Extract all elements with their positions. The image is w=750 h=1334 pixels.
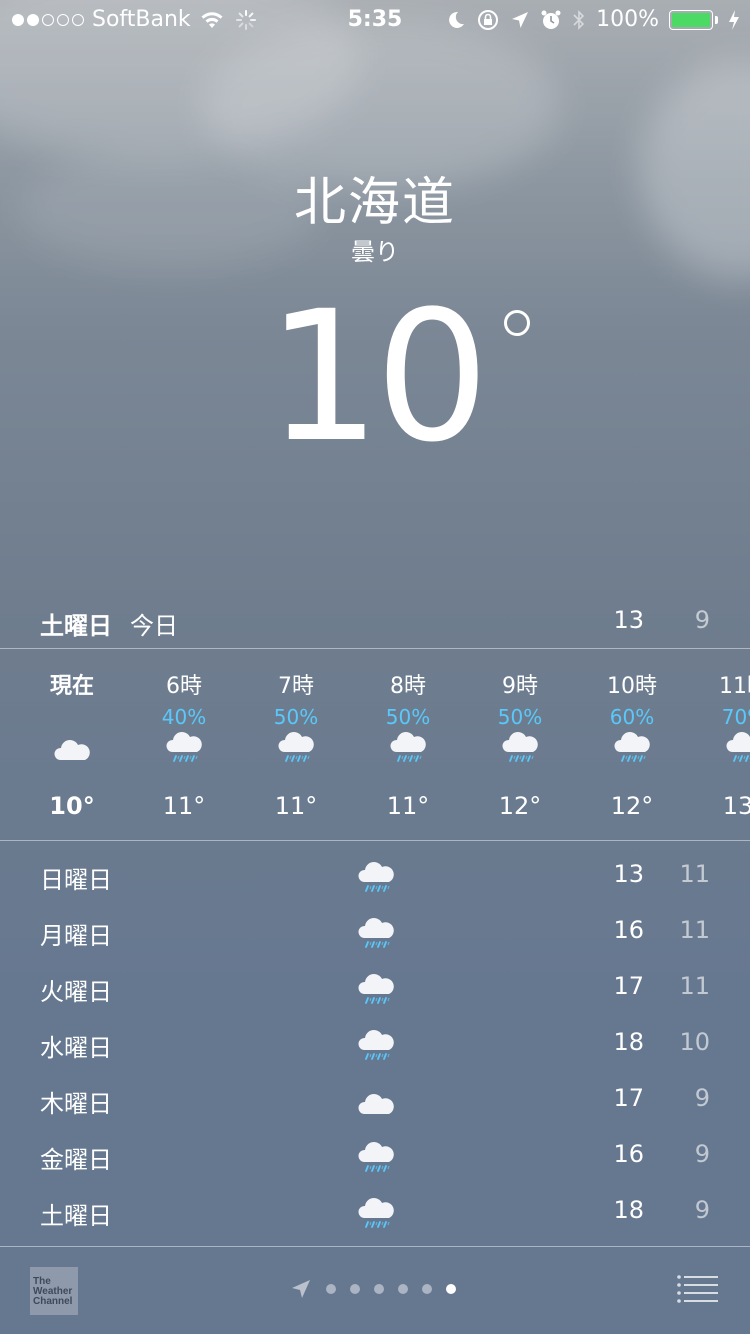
hourly-forecast[interactable]: 現在 10° 6時 40% 11° 7時 50% 11° 8時 50% 11° 9時 50% 12° 10時… bbox=[0, 650, 750, 840]
daily-low: 11 bbox=[679, 972, 710, 1000]
page-dot[interactable] bbox=[350, 1284, 360, 1294]
daily-row: 月曜日 16 11 bbox=[0, 904, 750, 960]
battery-percent: 100% bbox=[596, 7, 659, 32]
today-low: 9 bbox=[694, 606, 710, 634]
list-icon[interactable] bbox=[676, 1274, 718, 1304]
daily-day: 金曜日 bbox=[40, 1146, 112, 1174]
daily-day: 日曜日 bbox=[40, 866, 112, 894]
daily-high: 16 bbox=[613, 1140, 644, 1168]
cloud-icon bbox=[358, 1094, 394, 1114]
divider-top bbox=[0, 648, 750, 649]
hourly-time: 6時 bbox=[166, 674, 202, 699]
today-label: 今日 bbox=[130, 612, 178, 640]
daily-day: 火曜日 bbox=[40, 978, 112, 1006]
rain-cloud-icon bbox=[502, 732, 538, 762]
daily-high: 18 bbox=[613, 1196, 644, 1224]
hourly-temp: 12° bbox=[610, 792, 654, 820]
hourly-temp: 10° bbox=[49, 792, 95, 820]
daily-low: 9 bbox=[694, 1084, 710, 1112]
today-day: 土曜日 bbox=[40, 612, 112, 640]
charging-bolt-icon bbox=[729, 10, 739, 30]
daily-row: 水曜日 18 10 bbox=[0, 1016, 750, 1072]
current-condition: 曇り bbox=[351, 238, 399, 266]
rain-cloud-icon bbox=[278, 732, 314, 762]
status-bar: SoftBank 5:35 100% bbox=[0, 0, 750, 40]
daily-low: 10 bbox=[679, 1028, 710, 1056]
hourly-time: 9時 bbox=[502, 674, 538, 699]
hourly-time: 10時 bbox=[607, 674, 657, 699]
daily-row: 日曜日 13 11 bbox=[0, 848, 750, 904]
daily-row: 金曜日 16 9 bbox=[0, 1128, 750, 1184]
rain-cloud-icon bbox=[358, 1030, 394, 1060]
hourly-time: 現在 bbox=[49, 674, 94, 699]
hourly-temp: 11° bbox=[162, 792, 206, 820]
rain-cloud-icon bbox=[726, 732, 750, 762]
divider-bottom bbox=[0, 1246, 750, 1247]
degree-symbol bbox=[503, 310, 530, 336]
page-dot[interactable] bbox=[422, 1284, 432, 1294]
footer-toolbar: The Weather Channel bbox=[0, 1248, 750, 1334]
page-dot[interactable] bbox=[326, 1284, 336, 1294]
daily-row: 土曜日 18 9 bbox=[0, 1184, 750, 1240]
rain-cloud-icon bbox=[358, 918, 394, 948]
daily-row: 火曜日 17 11 bbox=[0, 960, 750, 1016]
rain-cloud-icon bbox=[358, 1198, 394, 1228]
page-dot[interactable] bbox=[398, 1284, 408, 1294]
rotation-lock-icon bbox=[478, 10, 499, 30]
daily-high: 17 bbox=[613, 1084, 644, 1112]
cloud-icon bbox=[54, 740, 90, 760]
hourly-temp: 11° bbox=[386, 792, 430, 820]
hourly-temp: 12° bbox=[498, 792, 542, 820]
rain-cloud-icon bbox=[614, 732, 650, 762]
rain-cloud-icon bbox=[358, 1142, 394, 1172]
location-arrow-icon bbox=[292, 1280, 310, 1298]
alarm-icon bbox=[541, 10, 561, 29]
page-dot[interactable] bbox=[446, 1284, 456, 1294]
weather-channel-logo-icon[interactable]: The Weather Channel bbox=[30, 1267, 78, 1315]
current-temperature: 10 bbox=[0, 278, 750, 478]
daily-day: 土曜日 bbox=[40, 1202, 112, 1230]
rain-cloud-icon bbox=[358, 862, 394, 892]
daily-forecast: 日曜日 13 11 月曜日 16 11 火曜日 17 11 水曜日 18 10 木曜日 17 9 金曜日 16 9… bbox=[0, 848, 750, 1240]
daily-day: 木曜日 bbox=[40, 1090, 112, 1118]
daily-low: 11 bbox=[679, 916, 710, 944]
today-high: 13 bbox=[613, 606, 644, 634]
daily-high: 17 bbox=[613, 972, 644, 1000]
hourly-time: 8時 bbox=[390, 674, 426, 699]
page-dot[interactable] bbox=[374, 1284, 384, 1294]
daily-low: 9 bbox=[694, 1196, 710, 1224]
hourly-temp: 11° bbox=[274, 792, 318, 820]
daily-high: 13 bbox=[613, 860, 644, 888]
rain-cloud-icon bbox=[390, 732, 426, 762]
rain-cloud-icon bbox=[358, 974, 394, 1004]
rain-cloud-icon bbox=[166, 732, 202, 762]
daily-row: 木曜日 17 9 bbox=[0, 1072, 750, 1128]
today-summary-row: 土曜日 今日 13 9 bbox=[0, 598, 750, 648]
daily-high: 16 bbox=[613, 916, 644, 944]
daily-low: 9 bbox=[694, 1140, 710, 1168]
status-right: 100% bbox=[446, 0, 740, 40]
daily-low: 11 bbox=[679, 860, 710, 888]
hourly-temp: 13° bbox=[722, 792, 750, 820]
hourly-time: 11時 bbox=[719, 674, 750, 699]
hourly-time: 7時 bbox=[278, 674, 314, 699]
bluetooth-icon bbox=[573, 10, 585, 30]
page-indicator[interactable] bbox=[290, 1278, 456, 1300]
daily-day: 月曜日 bbox=[40, 922, 112, 950]
divider-middle bbox=[0, 840, 750, 841]
daily-day: 水曜日 bbox=[40, 1034, 112, 1062]
moon-icon bbox=[449, 11, 465, 28]
city-name: 北海道 bbox=[293, 173, 456, 233]
current-temperature-value: 10 bbox=[266, 273, 489, 482]
location-icon bbox=[512, 12, 529, 28]
battery-icon bbox=[669, 10, 718, 30]
daily-high: 18 bbox=[613, 1028, 644, 1056]
